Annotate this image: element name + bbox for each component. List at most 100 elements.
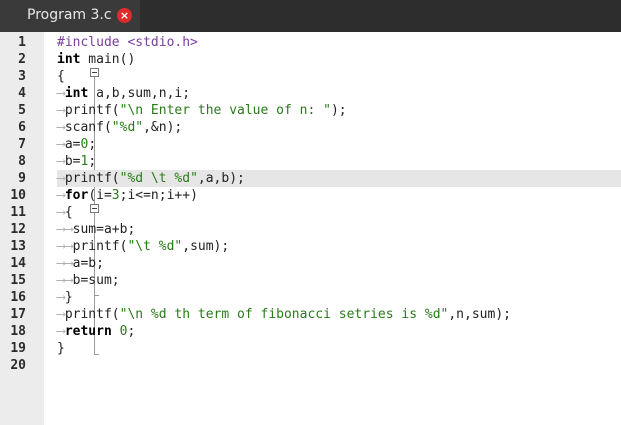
code-line[interactable]: ⟶printf("%d \t %d",a,b); — [57, 170, 621, 187]
line-number-gutter: 1 2 3 4 5 6 7 8 9 10 11 12 13 14 15 16 17 18 19 20 — [0, 32, 44, 425]
code-token: 3 — [111, 188, 120, 203]
code-token: main() — [80, 52, 136, 67]
tab-indent-marker: ⟶ — [57, 154, 65, 169]
code-token: a,b,sum,n,i; — [88, 86, 191, 101]
code-line[interactable]: ⟶} — [57, 289, 621, 306]
code-editor[interactable]: 1 2 3 4 5 6 7 8 9 10 11 12 13 14 15 16 17 18 19 20 #include… — [0, 32, 621, 425]
line-number: 1 — [18, 35, 26, 50]
code-line[interactable]: ⟶printf("\n Enter the value of n: "); — [57, 102, 621, 119]
line-number: 9 — [18, 171, 26, 186]
line-number: 2 — [18, 52, 26, 67]
tab-indent-marker: ⟶⟶ — [57, 256, 73, 271]
code-token: b= — [64, 154, 81, 169]
tab-indent-marker: ⟶ — [57, 86, 65, 101]
code-token: ,a,b); — [197, 171, 245, 186]
fold-gutter — [44, 32, 99, 425]
code-line[interactable]: ⟶⟶printf("\t %d",sum); — [57, 238, 621, 255]
code-token: sum=a+b; — [72, 222, 136, 237]
code-token: ); — [330, 103, 347, 118]
code-token: "\n Enter the value of n: " — [119, 103, 331, 118]
line-number: 17 — [10, 307, 26, 322]
code-token: for — [64, 188, 89, 203]
line-number: 15 — [10, 273, 26, 288]
code-line[interactable]: ⟶for(i=3;i<=n;i++) — [57, 187, 621, 204]
line-number: 5 — [18, 103, 26, 118]
code-token: ; — [88, 154, 97, 169]
code-token: { — [64, 205, 73, 220]
tab-indent-marker: ⟶⟶ — [57, 239, 73, 254]
code-token: } — [64, 290, 73, 305]
code-line[interactable]: } — [57, 340, 621, 357]
code-area[interactable]: #include <stdio.h> int main(){⟶int a,b,su… — [57, 32, 621, 425]
line-number: 10 — [10, 188, 26, 203]
code-token: ,n,sum); — [448, 307, 511, 322]
code-token: "\n %d th term of fibonacci setries is %… — [119, 307, 449, 322]
code-token: ,&n); — [143, 120, 183, 135]
line-number: 8 — [18, 154, 26, 169]
code-line[interactable]: { — [57, 68, 621, 85]
tab-indent-marker: ⟶ — [57, 120, 65, 135]
code-token: printf( — [64, 171, 120, 186]
code-line[interactable]: ⟶b=1; — [57, 153, 621, 170]
code-token: (i= — [88, 188, 112, 203]
code-token: #include <stdio.h> — [57, 35, 198, 50]
code-token: a= — [64, 137, 81, 152]
line-number: 13 — [10, 239, 26, 254]
code-token: printf( — [64, 103, 120, 118]
line-number: 12 — [10, 222, 26, 237]
code-token: int — [64, 86, 89, 101]
code-line[interactable]: ⟶⟶a=b; — [57, 255, 621, 272]
code-token: scanf( — [64, 120, 112, 135]
code-token: ; — [127, 324, 136, 339]
code-token: ;i<=n;i++) — [119, 188, 198, 203]
tab-indent-marker: ⟶⟶ — [57, 273, 73, 288]
code-token: ; — [88, 137, 97, 152]
tab-title: Program 3.c — [27, 7, 112, 23]
code-token: "\t %d" — [127, 239, 183, 254]
tab-bar: Program 3.c × — [0, 0, 621, 32]
line-number: 16 — [10, 290, 26, 305]
code-line[interactable]: ⟶⟶sum=a+b; — [57, 221, 621, 238]
code-token: ,sum); — [182, 239, 230, 254]
code-token: return — [64, 324, 112, 339]
tab-indent-marker: ⟶ — [57, 103, 65, 118]
code-token: "%d" — [111, 120, 144, 135]
code-line[interactable]: ⟶int a,b,sum,n,i; — [57, 85, 621, 102]
line-number: 19 — [10, 341, 26, 356]
code-line[interactable]: ⟶⟶b=sum; — [57, 272, 621, 289]
tab-indent-marker: ⟶ — [57, 171, 65, 186]
code-line[interactable]: ⟶return 0; — [57, 323, 621, 340]
tab-indent-marker: ⟶ — [57, 137, 65, 152]
line-number: 14 — [10, 256, 26, 271]
tab-program-3c[interactable]: Program 3.c × — [0, 0, 140, 32]
code-token: printf( — [72, 239, 128, 254]
code-line[interactable]: ⟶a=0; — [57, 136, 621, 153]
code-token: b=sum; — [72, 273, 120, 288]
code-line[interactable]: ⟶{ — [57, 204, 621, 221]
code-line[interactable] — [57, 357, 621, 374]
code-token: printf( — [64, 307, 120, 322]
code-line[interactable]: #include <stdio.h> — [57, 34, 621, 51]
line-number: 11 — [10, 205, 26, 220]
close-tab-icon[interactable]: × — [117, 8, 132, 23]
line-number: 4 — [18, 86, 26, 101]
line-number: 3 — [18, 69, 26, 84]
line-number: 7 — [18, 137, 26, 152]
code-token: "%d \t %d" — [119, 171, 198, 186]
tab-indent-marker: ⟶ — [57, 290, 65, 305]
tab-indent-marker: ⟶⟶ — [57, 222, 73, 237]
tab-indent-marker: ⟶ — [57, 205, 65, 220]
code-token: { — [57, 69, 65, 84]
tab-indent-marker: ⟶ — [57, 307, 65, 322]
code-line[interactable]: ⟶printf("\n %d th term of fibonacci setr… — [57, 306, 621, 323]
code-token: int — [57, 52, 81, 67]
code-token: } — [57, 341, 65, 356]
line-number: 6 — [18, 120, 26, 135]
line-number: 20 — [10, 358, 26, 373]
tab-indent-marker: ⟶ — [57, 188, 65, 203]
code-line[interactable]: int main() — [57, 51, 621, 68]
line-number: 18 — [10, 324, 26, 339]
code-line[interactable]: ⟶scanf("%d",&n); — [57, 119, 621, 136]
tab-indent-marker: ⟶ — [57, 324, 65, 339]
